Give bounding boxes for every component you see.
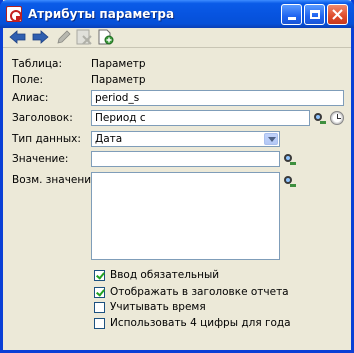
pencil-icon[interactable] [55, 29, 73, 45]
datatype-label: Тип данных: [12, 133, 81, 145]
datatype-select[interactable]: Дата [91, 131, 280, 147]
clock-icon[interactable] [330, 111, 344, 125]
window-title: Атрибуты параметра [28, 7, 175, 21]
show-in-header-checkbox[interactable] [94, 286, 105, 298]
consider-time-checkbox-row[interactable]: Учитывать время [94, 301, 206, 313]
table-label: Таблица: [12, 58, 62, 70]
dialog-window: Атрибуты параметра Таблица: Параметр Пол… [0, 0, 354, 353]
minimize-button[interactable] [281, 4, 302, 25]
four-digit-year-checkbox-label: Использовать 4 цифры для года [110, 317, 291, 329]
datatype-value: Дата [95, 133, 123, 145]
toolbar-separator [3, 47, 351, 48]
picker-icon[interactable] [313, 111, 327, 125]
close-button[interactable] [327, 4, 348, 25]
field-label: Поле: [12, 74, 44, 86]
possible-values-label: Возм. значения: [12, 174, 101, 186]
arrow-right-icon[interactable] [31, 29, 49, 45]
alias-label: Алиас: [12, 92, 49, 104]
picker-icon[interactable] [283, 174, 297, 188]
alias-input[interactable]: period_s [91, 90, 344, 106]
four-digit-year-checkbox[interactable] [94, 317, 105, 329]
show-in-header-checkbox-label: Отображать в заголовке отчета [110, 286, 289, 298]
arrow-left-icon[interactable] [9, 29, 27, 45]
chevron-down-icon[interactable] [264, 133, 278, 145]
consider-time-checkbox[interactable] [94, 301, 105, 313]
app-icon[interactable] [6, 6, 22, 22]
possible-values-textarea[interactable] [91, 172, 280, 260]
required-checkbox[interactable] [94, 269, 105, 281]
table-value: Параметр [91, 58, 146, 70]
field-value: Параметр [91, 74, 146, 86]
required-checkbox-label: Ввод обязательный [110, 269, 220, 281]
required-checkbox-row[interactable]: Ввод обязательный [94, 269, 219, 281]
toolbar [3, 25, 351, 47]
minimize-icon [287, 17, 296, 20]
four-digit-year-checkbox-row[interactable]: Использовать 4 цифры для года [94, 317, 291, 329]
consider-time-checkbox-label: Учитывать время [110, 301, 206, 313]
close-icon [332, 9, 343, 20]
value-input[interactable] [91, 151, 280, 167]
new-document-icon[interactable] [97, 29, 115, 45]
picker-icon[interactable] [283, 152, 297, 166]
maximize-icon [309, 10, 320, 19]
maximize-button[interactable] [304, 4, 325, 25]
title-bar[interactable]: Атрибуты параметра [0, 0, 354, 28]
header-input[interactable]: Период с [91, 110, 310, 126]
show-in-header-checkbox-row[interactable]: Отображать в заголовке отчета [94, 286, 289, 298]
value-label: Значение: [12, 153, 69, 165]
header-label: Заголовок: [12, 112, 73, 124]
delete-icon[interactable] [75, 29, 93, 45]
